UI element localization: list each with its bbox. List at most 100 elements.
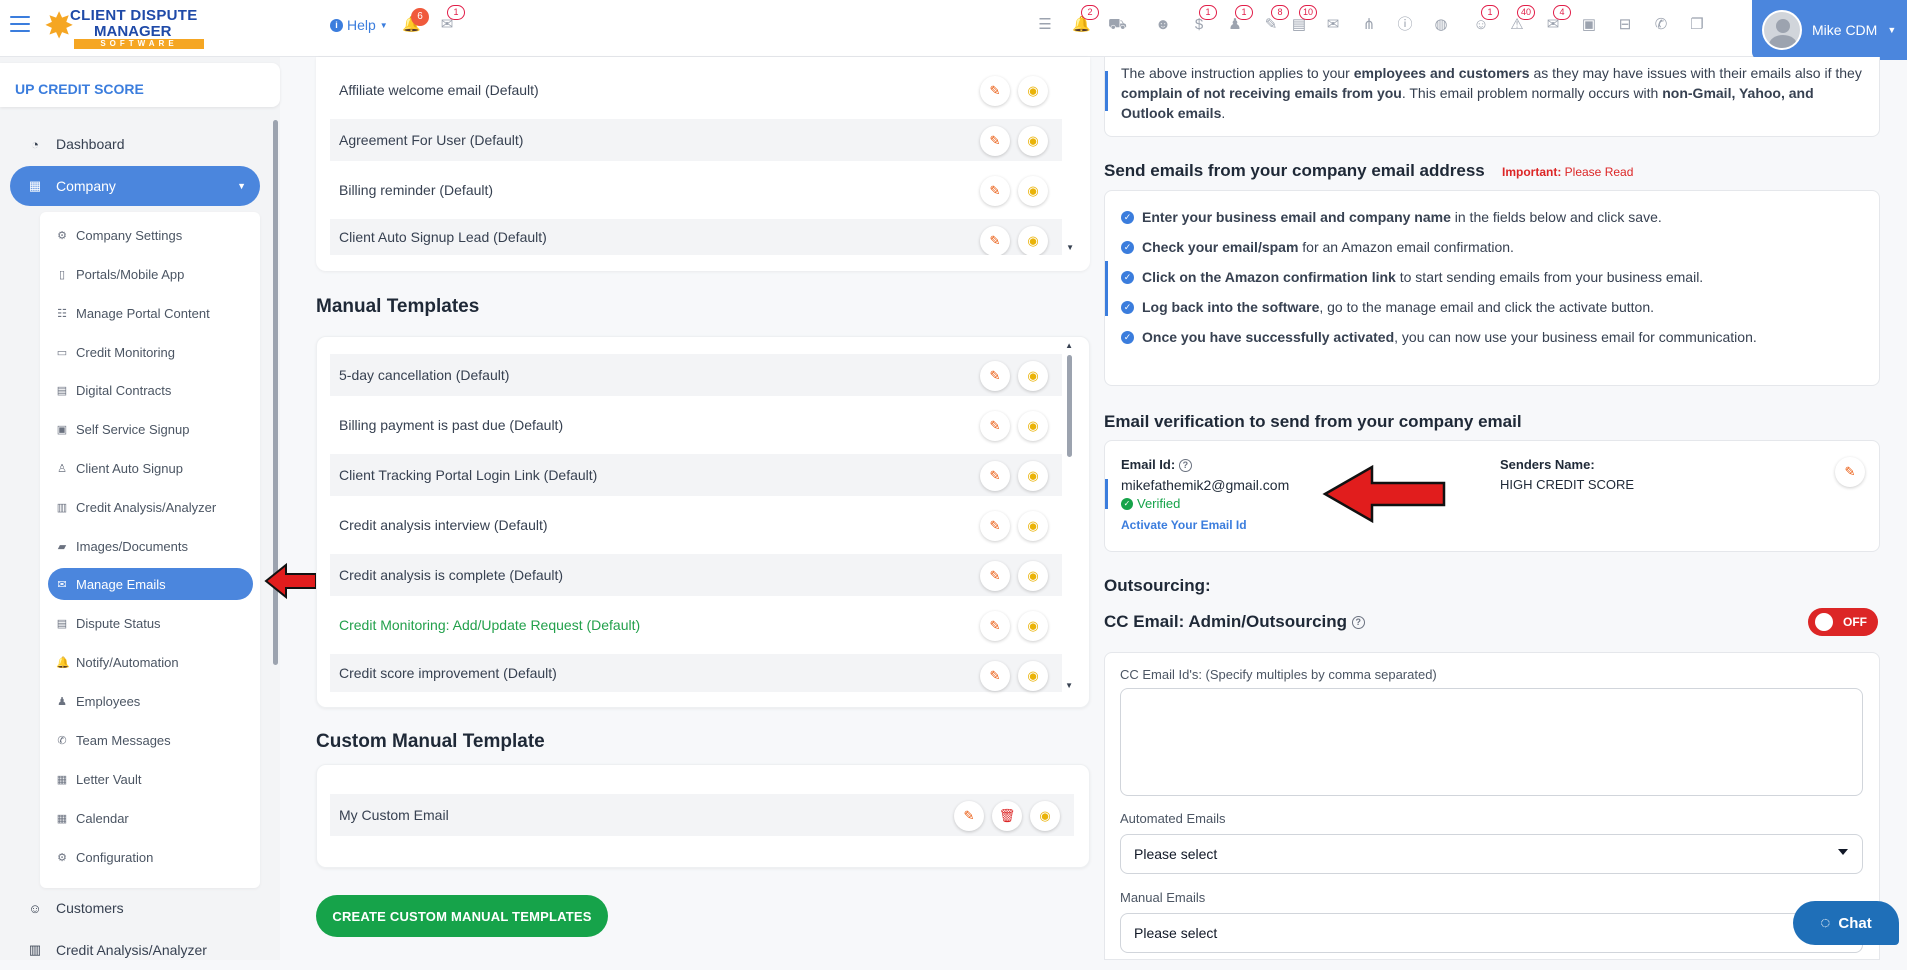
checklist-icon[interactable]: ☰: [1036, 16, 1054, 34]
logo[interactable]: ✸ CLIENT DISPUTE MANAGER SOFTWARE: [44, 4, 214, 49]
user-icon[interactable]: ♟ 1: [1226, 5, 1253, 34]
senders-name-label: Senders Name:: [1500, 457, 1595, 472]
sidebar-sub-configuration[interactable]: ⚙ Configuration: [48, 841, 253, 873]
sidebar-item-dashboard[interactable]: ◔ Dashboard: [10, 124, 260, 164]
edit-icon[interactable]: ✎: [980, 511, 1010, 541]
sidebar-sub-auto-signup[interactable]: ♙ Client Auto Signup: [48, 452, 253, 484]
edit-icon[interactable]: ✎: [980, 76, 1010, 106]
scroll-up-icon[interactable]: ▲: [1065, 341, 1073, 350]
edit-icon[interactable]: ✎: [954, 801, 984, 831]
list-item: ✓ Check your email/spam for an Amazon ema…: [1121, 239, 1514, 255]
document-icon[interactable]: ▤ 10: [1290, 5, 1318, 34]
edit-icon[interactable]: ✎: [980, 361, 1010, 391]
file-chart-icon: ▥: [28, 942, 42, 957]
activate-email-link[interactable]: Activate Your Email Id: [1121, 518, 1247, 532]
eye-icon[interactable]: ◉: [1018, 226, 1048, 255]
edit-icon[interactable]: ✎: [980, 226, 1010, 255]
agent-icon[interactable]: ☻: [1154, 16, 1172, 34]
org-name[interactable]: UP CREDIT SCORE: [0, 63, 280, 107]
warning-icon[interactable]: ⚠ 40: [1508, 5, 1536, 34]
bell-icon[interactable]: 🔔 6: [402, 8, 429, 34]
manual-emails-select[interactable]: Please select: [1120, 913, 1863, 953]
edit-icon[interactable]: ✎: [980, 661, 1010, 691]
eye-icon[interactable]: ◉: [1018, 76, 1048, 106]
manual-scrollbar[interactable]: [1067, 355, 1072, 457]
info-circle-icon[interactable]: ⓘ: [1396, 16, 1414, 34]
cc-email-toggle[interactable]: OFF: [1808, 608, 1878, 636]
dollar-icon[interactable]: $1: [1190, 5, 1217, 34]
scroll-down-icon[interactable]: ▼: [1065, 681, 1073, 690]
sidebar-sub-notify[interactable]: 🔔 Notify/Automation: [48, 646, 253, 678]
pen-icon[interactable]: ✎ 8: [1262, 5, 1289, 34]
sitemap-icon[interactable]: ⋔: [1360, 16, 1378, 34]
notification-icon[interactable]: 🔔 2: [1072, 5, 1099, 34]
sidebar-sub-team-messages[interactable]: ✆ Team Messages: [48, 724, 253, 756]
sidebar-sub-letter-vault[interactable]: ▦ Letter Vault: [48, 763, 253, 795]
copy-icon[interactable]: ❐: [1688, 16, 1706, 34]
edit-icon[interactable]: ✎: [980, 461, 1010, 491]
sidebar-sub-employees[interactable]: ♟ Employees: [48, 685, 253, 717]
chevron-down-icon: ▼: [379, 20, 388, 30]
sidebar-sub-calendar[interactable]: ▦ Calendar: [48, 802, 253, 834]
envelope-open-icon[interactable]: ✉ 4: [1544, 5, 1571, 34]
mail-icon[interactable]: ✉: [1324, 16, 1342, 34]
help-icon[interactable]: ?: [1178, 459, 1192, 473]
user-menu[interactable]: Mike CDM ▼: [1752, 0, 1907, 60]
tray-icon[interactable]: ⊟: [1616, 16, 1634, 34]
file-icon: ▤: [56, 384, 68, 397]
sidebar-sub-credit-analysis[interactable]: ▥ Credit Analysis/Analyzer: [48, 491, 253, 523]
create-custom-template-button[interactable]: CREATE CUSTOM MANUAL TEMPLATES: [316, 895, 608, 937]
verified-status: ✓ Verified: [1121, 496, 1180, 511]
scroll-down-icon[interactable]: ▼: [1066, 243, 1074, 252]
edit-icon[interactable]: ✎: [980, 126, 1010, 156]
edit-icon[interactable]: ✎: [980, 411, 1010, 441]
chevron-down-icon: ▼: [237, 181, 246, 191]
chat-button[interactable]: ◌ Chat: [1793, 901, 1899, 945]
edit-icon[interactable]: ✎: [1835, 457, 1865, 487]
cc-ids-textarea[interactable]: [1120, 688, 1863, 796]
sidebar-sub-company-settings[interactable]: ⚙ Company Settings: [48, 219, 253, 251]
edit-icon[interactable]: ✎: [980, 176, 1010, 206]
edit-icon[interactable]: ✎: [980, 561, 1010, 591]
email-value: mikefathemik2@gmail.com: [1121, 477, 1290, 493]
sidebar-sub-digital-contracts[interactable]: ▤ Digital Contracts: [48, 374, 253, 406]
edit-icon[interactable]: ✎: [980, 611, 1010, 641]
sidebar-item-customers[interactable]: ☺ Customers: [10, 888, 260, 928]
eye-icon[interactable]: ◉: [1018, 511, 1048, 541]
red-arrow-left-icon: [264, 562, 317, 600]
eye-icon[interactable]: ◉: [1030, 801, 1060, 831]
important-note[interactable]: Important: Please Read: [1502, 165, 1633, 179]
help-menu[interactable]: i Help ▼: [330, 17, 388, 33]
eye-icon[interactable]: ◉: [1018, 126, 1048, 156]
trash-icon[interactable]: 🗑: [992, 801, 1022, 831]
eye-icon[interactable]: ◉: [1018, 411, 1048, 441]
automated-emails-select[interactable]: Please select: [1120, 834, 1863, 874]
sidebar-sub-self-service[interactable]: ▣ Self Service Signup: [48, 413, 253, 445]
list-item: ✓ Log back into the software, go to the m…: [1121, 299, 1654, 315]
sidebar-sub-images[interactable]: ▰ Images/Documents: [48, 530, 253, 562]
globe-icon[interactable]: ◍: [1432, 16, 1450, 34]
team-icon[interactable]: ☺ 1: [1472, 5, 1499, 34]
list-item: Credit score improvement (Default) ✎ ◉: [330, 654, 1062, 692]
list-item: Billing payment is past due (Default) ✎ ◉: [330, 404, 1062, 446]
eye-icon[interactable]: ◉: [1018, 361, 1048, 391]
eye-icon[interactable]: ◉: [1018, 611, 1048, 641]
comments-icon[interactable]: ✆: [1652, 16, 1670, 34]
gear-icon: ⚙: [57, 851, 67, 864]
sidebar-sub-manage-emails[interactable]: ✉ Manage Emails: [48, 568, 253, 600]
eye-icon[interactable]: ◉: [1018, 461, 1048, 491]
money-icon[interactable]: ▣: [1580, 16, 1598, 34]
eye-icon[interactable]: ◉: [1018, 561, 1048, 591]
sidebar-item-company[interactable]: ▦ Company ▼: [10, 166, 260, 206]
truck-icon[interactable]: ⛟: [1108, 16, 1127, 34]
sidebar-sub-dispute-status[interactable]: ▤ Dispute Status: [48, 607, 253, 639]
menu-icon[interactable]: [10, 16, 30, 32]
sidebar-sub-portal-content[interactable]: ☷ Manage Portal Content: [48, 297, 253, 329]
sidebar-sub-portals[interactable]: ▯ Portals/Mobile App: [48, 258, 253, 290]
inbox-icon[interactable]: ✉ 1: [438, 5, 465, 34]
eye-icon[interactable]: ◉: [1018, 176, 1048, 206]
sidebar-item-credit-analysis[interactable]: ▥ Credit Analysis/Analyzer: [10, 930, 260, 970]
help-icon[interactable]: ?: [1351, 616, 1365, 630]
eye-icon[interactable]: ◉: [1018, 661, 1048, 691]
sidebar-sub-credit-monitoring[interactable]: ▭ Credit Monitoring: [48, 336, 253, 368]
